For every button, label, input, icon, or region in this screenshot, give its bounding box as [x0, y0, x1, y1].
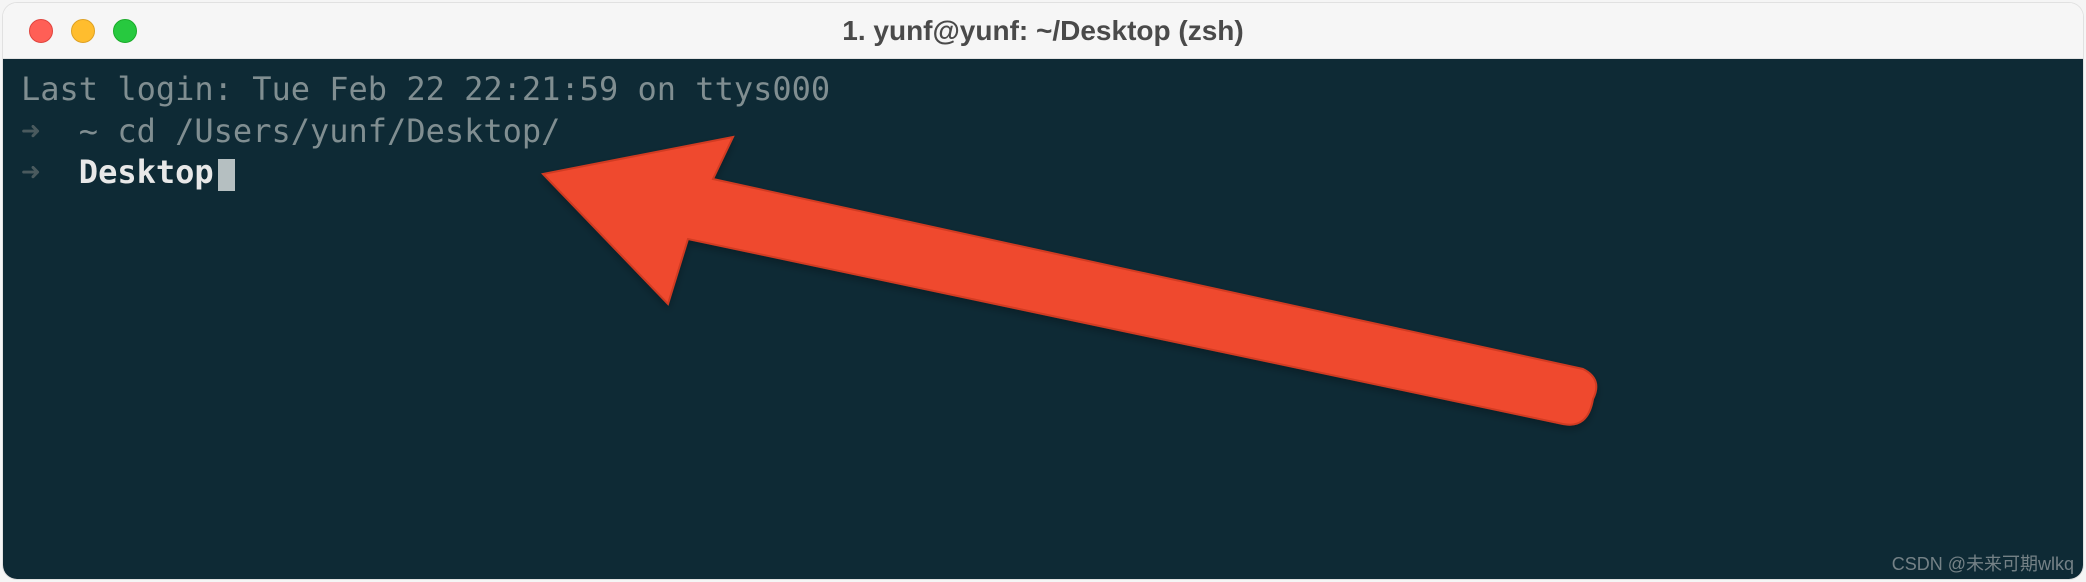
prompt-arrow-icon: ➜ [21, 112, 40, 150]
cursor [218, 159, 235, 191]
prompt-line-1: ➜ ~ cd /Users/yunf/Desktop/ [21, 111, 2065, 153]
watermark: CSDN @未来可期wlkq [1892, 550, 2074, 576]
terminal-body[interactable]: Last login: Tue Feb 22 22:21:59 on ttys0… [3, 59, 2083, 579]
traffic-lights [3, 19, 137, 43]
last-login-line: Last login: Tue Feb 22 22:21:59 on ttys0… [21, 69, 2065, 111]
close-icon[interactable] [29, 19, 53, 43]
minimize-icon[interactable] [71, 19, 95, 43]
prompt-line-2: ➜ Desktop [21, 152, 2065, 194]
prompt-arrow-icon: ➜ [21, 153, 40, 191]
window-title: 1. yunf@yunf: ~/Desktop (zsh) [3, 15, 2083, 47]
prompt-context: Desktop [79, 153, 214, 191]
terminal-window: 1. yunf@yunf: ~/Desktop (zsh) Last login… [3, 3, 2083, 579]
maximize-icon[interactable] [113, 19, 137, 43]
titlebar: 1. yunf@yunf: ~/Desktop (zsh) [3, 3, 2083, 59]
prompt-context: ~ [79, 112, 98, 150]
command-text: cd /Users/yunf/Desktop/ [117, 112, 560, 150]
